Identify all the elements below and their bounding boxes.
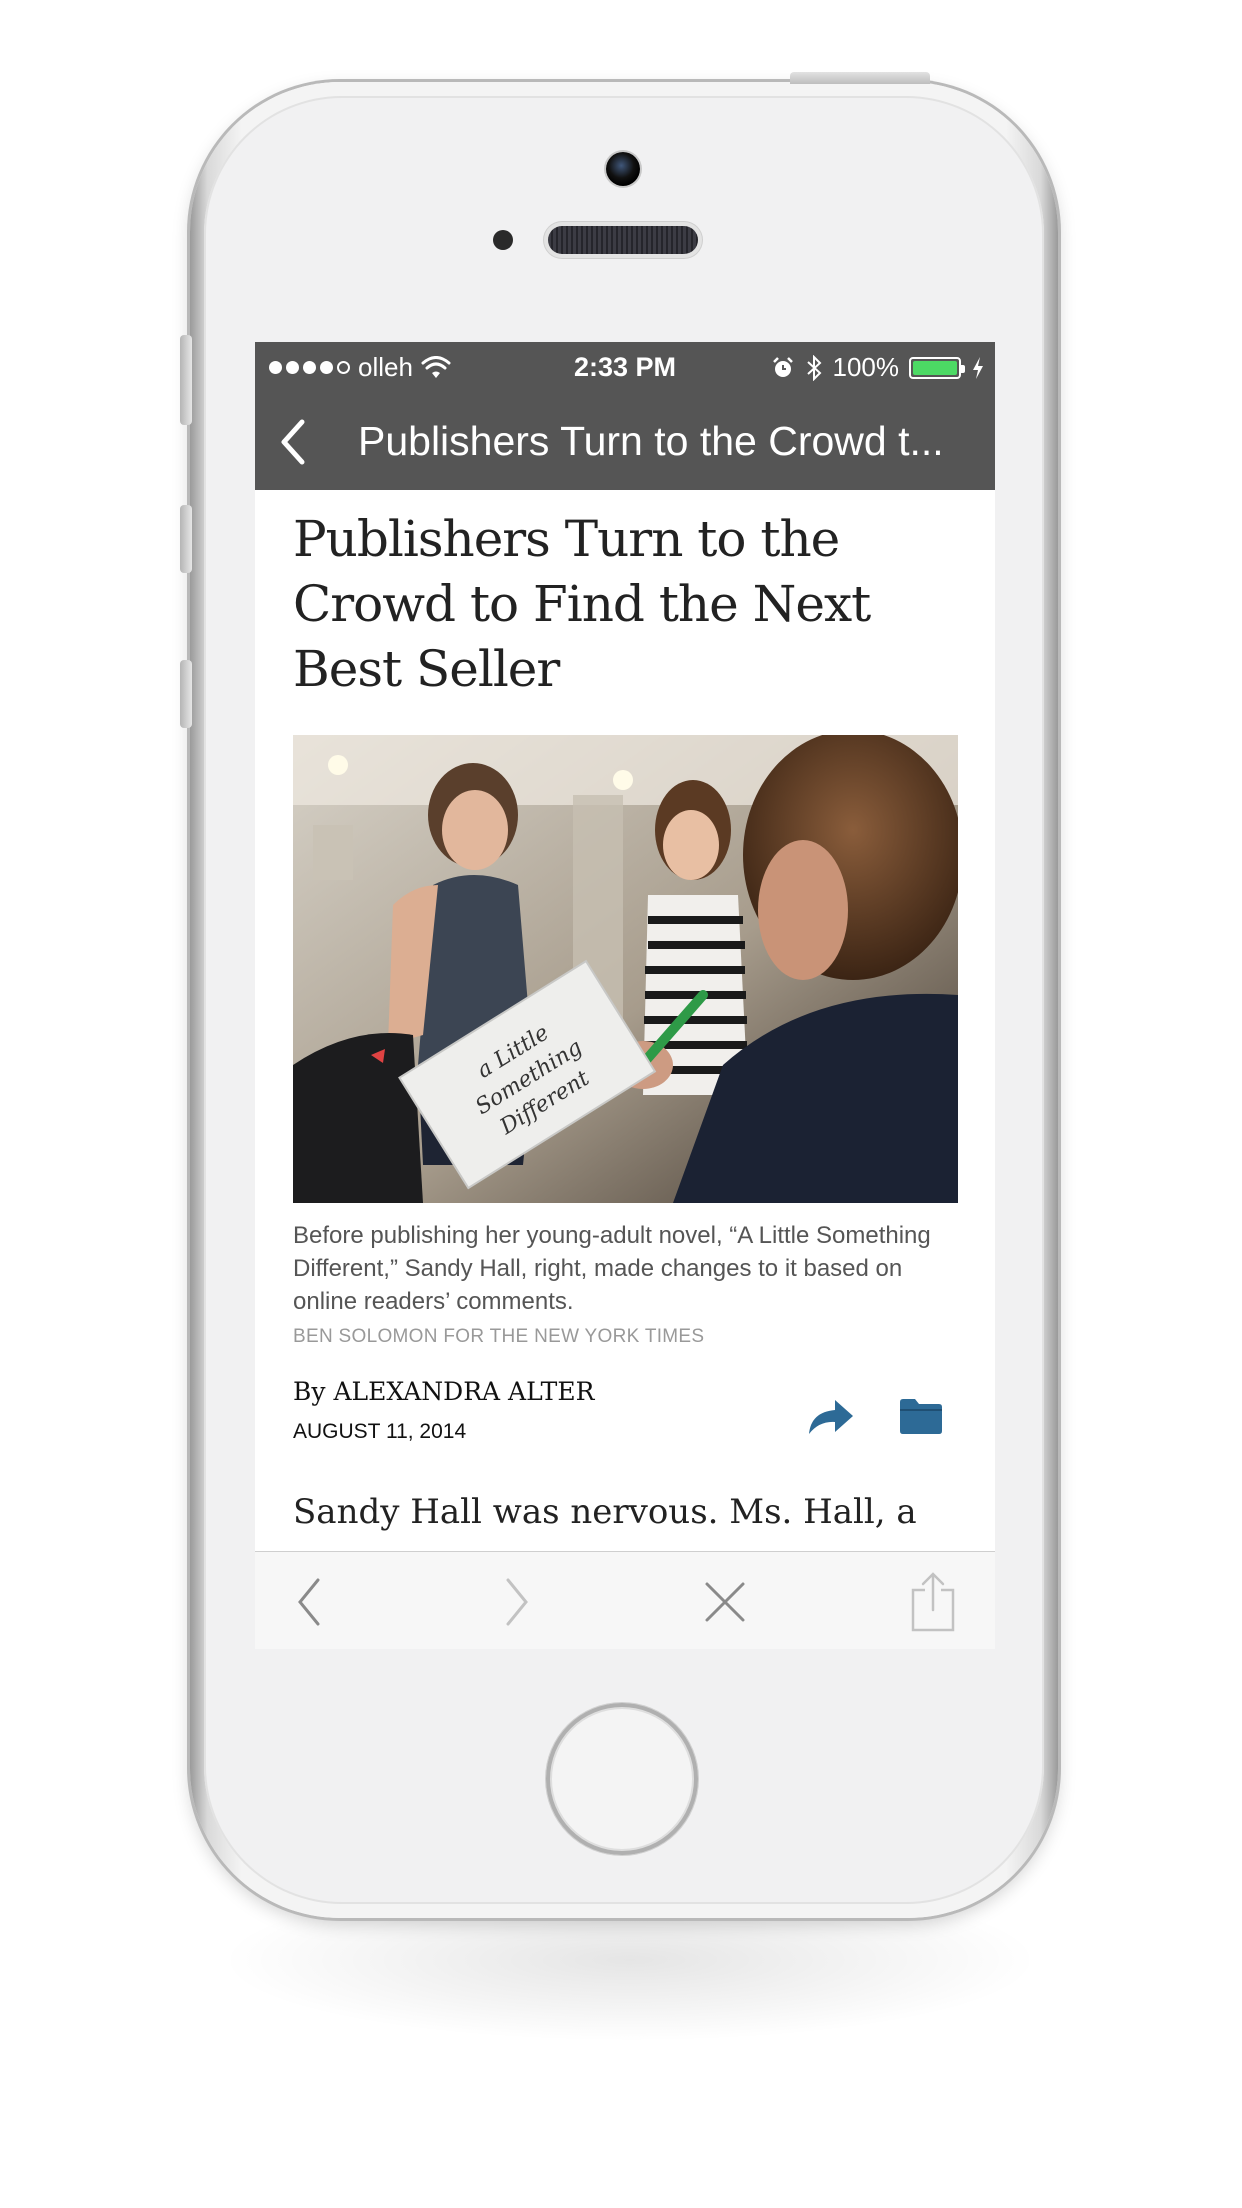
volume-up-button	[180, 505, 192, 573]
article-headline: Publishers Turn to the Crowd to Find the…	[293, 510, 871, 698]
article-lede: Sandy Hall was nervous. Ms. Hall, a	[293, 1492, 917, 1532]
bottom-toolbar	[255, 1551, 995, 1649]
back-button[interactable]	[269, 414, 317, 470]
toolbar-share-button[interactable]	[903, 1572, 963, 1632]
bluetooth-icon	[806, 354, 821, 381]
photo-illustration: a Little Something Different	[293, 735, 958, 1203]
navigation-bar: Publishers Turn to the Crowd t...	[255, 392, 995, 490]
article-header: Publishers Turn to the Crowd to Find the…	[293, 507, 958, 702]
charging-icon	[973, 356, 983, 379]
alarm-icon	[772, 356, 793, 377]
folder-icon	[900, 1399, 942, 1434]
toolbar-close-button[interactable]	[695, 1572, 755, 1632]
article-byline: By ALEXANDRA ALTER	[293, 1377, 595, 1406]
status-right: 100%	[771, 352, 986, 383]
share-article-button[interactable]	[805, 1394, 855, 1438]
proximity-sensor	[493, 230, 513, 250]
share-icon	[911, 1572, 955, 1632]
chevron-left-icon	[281, 419, 305, 465]
battery-cap	[961, 364, 965, 373]
back-arrow-icon	[298, 1578, 320, 1626]
toolbar-forward-button[interactable]	[487, 1572, 547, 1632]
share-icon	[809, 1400, 853, 1434]
photo-credit: BEN SOLOMON FOR THE NEW YORK TIMES	[293, 1326, 705, 1347]
save-article-button[interactable]	[898, 1396, 944, 1436]
mute-switch	[180, 335, 192, 425]
article-photo[interactable]: a Little Something Different	[293, 735, 958, 1203]
home-button[interactable]	[546, 1703, 698, 1855]
battery-icon	[909, 356, 965, 379]
article-date: AUGUST 11, 2014	[293, 1420, 467, 1443]
close-icon	[705, 1582, 745, 1622]
power-button	[790, 72, 930, 84]
earpiece-speaker	[548, 226, 698, 254]
front-camera	[606, 152, 640, 186]
photo-caption: Before publishing her young-adult novel,…	[293, 1222, 931, 1315]
battery-percent: 100%	[832, 352, 900, 382]
volume-down-button	[180, 660, 192, 728]
nav-title: Publishers Turn to the Crowd t...	[358, 418, 944, 464]
toolbar-back-button[interactable]	[279, 1572, 339, 1632]
forward-arrow-icon	[506, 1578, 528, 1626]
battery-level	[913, 360, 957, 375]
screen: olleh 2:33 PM 100% Publishers Turn to th…	[255, 342, 995, 1649]
status-bar: olleh 2:33 PM 100%	[255, 342, 995, 392]
